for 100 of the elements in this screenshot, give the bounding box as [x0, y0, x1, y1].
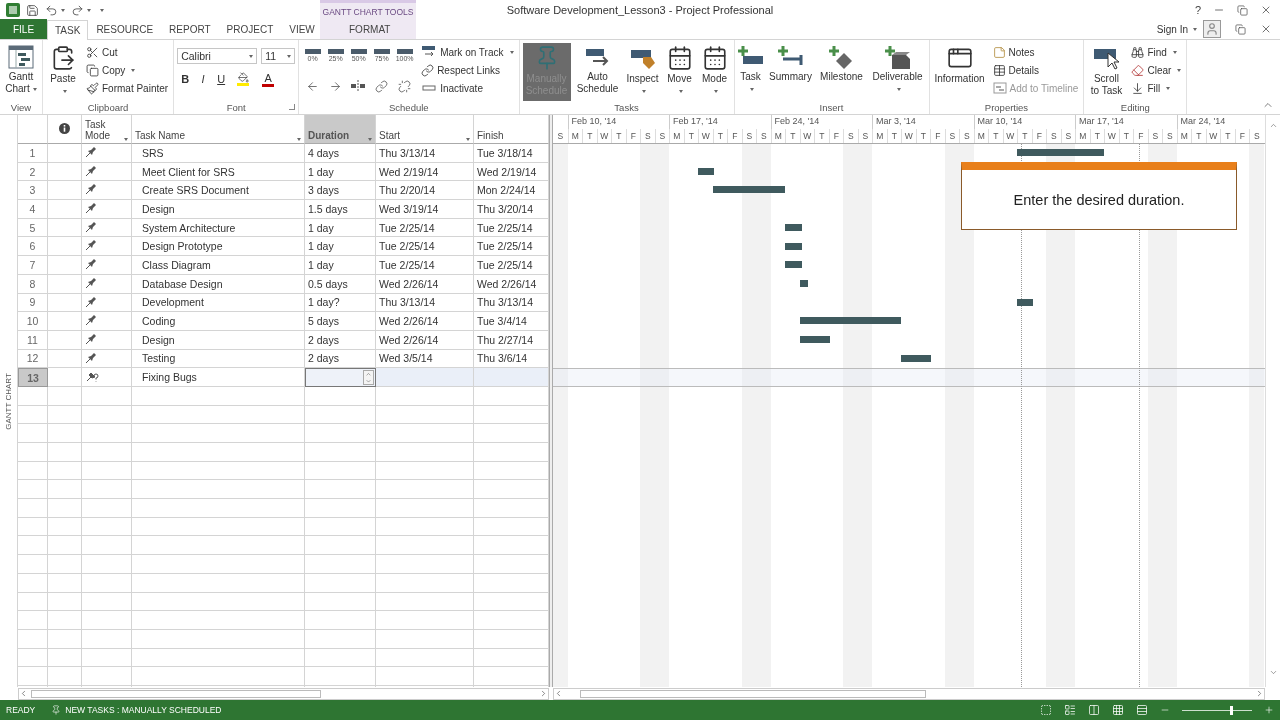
row-number[interactable]: 5 [18, 218, 48, 238]
insert-button[interactable]: Task [737, 43, 764, 101]
empty-cell [82, 648, 132, 668]
row-number[interactable]: 8 [18, 274, 48, 294]
table-cell: Database Design [132, 274, 305, 294]
text-style-button[interactable]: U [213, 70, 230, 88]
task-bar[interactable] [785, 242, 803, 250]
task-bar[interactable] [799, 317, 901, 325]
task-bar[interactable] [698, 167, 714, 175]
mark-on-track-button[interactable]: Mark on Track [419, 43, 516, 61]
schedule-mode-button[interactable]: Move [664, 43, 695, 101]
row-number[interactable]: 2 [18, 162, 48, 182]
column-header[interactable]: Start [376, 115, 474, 144]
row-number[interactable]: 9 [18, 293, 48, 313]
filter-caret-icon[interactable] [368, 138, 372, 141]
row-number[interactable]: 4 [18, 200, 48, 219]
task-bar[interactable] [1017, 298, 1033, 306]
task-bar[interactable] [799, 279, 809, 287]
notes-button[interactable]: Notes [990, 43, 1081, 61]
text-style-button[interactable]: B [177, 70, 194, 88]
respect-links-button[interactable]: Respect Links [419, 61, 516, 79]
close-button[interactable] [1260, 4, 1272, 16]
chevron-up-icon [1268, 121, 1278, 130]
group-label: Tasks [614, 102, 639, 113]
row-number[interactable]: 11 [18, 330, 48, 350]
ribbon-tab[interactable]: FORMAT [320, 19, 416, 39]
row-number[interactable]: 1 [18, 144, 48, 163]
column-header[interactable] [48, 115, 82, 144]
schedule-mode-button[interactable]: Auto Schedule [574, 43, 621, 101]
column-header[interactable]: Task Mode [82, 115, 132, 144]
insert-button[interactable]: Deliverable [869, 43, 926, 101]
unlink-icon [397, 79, 411, 93]
filter-caret-icon[interactable] [466, 138, 470, 141]
help-button[interactable]: ? [1194, 4, 1201, 16]
table-cell: 1 day? [305, 293, 376, 313]
restore-button[interactable] [1237, 4, 1248, 16]
task-bar[interactable] [785, 261, 803, 269]
clear-button[interactable]: Clear [1129, 61, 1184, 79]
task-bar[interactable] [901, 354, 932, 362]
row-number[interactable]: 3 [18, 181, 48, 201]
table-cell: Testing [132, 349, 305, 369]
close-icon [1260, 4, 1272, 16]
font-size-dropdown[interactable]: 11 [261, 48, 296, 64]
column-header[interactable]: Task Name [132, 115, 305, 144]
fill-button[interactable]: Fill [1129, 79, 1184, 97]
insert-button[interactable]: Summary [767, 43, 814, 101]
font-color-button[interactable]: A [257, 70, 280, 88]
scroll-to-task-button[interactable]: Scroll to Task [1087, 43, 1126, 101]
task-bar[interactable] [712, 186, 785, 194]
undo-icon [45, 3, 58, 17]
ribbon-tab[interactable]: FILE [0, 19, 47, 39]
find-button[interactable]: Find [1129, 43, 1184, 61]
list-icon [1064, 704, 1076, 716]
inactivate-button[interactable]: Inactivate [419, 79, 516, 97]
gantt-chart-button[interactable]: Gantt Chart [3, 43, 39, 101]
font-name-dropdown[interactable]: Calibri [177, 48, 258, 64]
format-painter-button[interactable]: Format Painter [84, 79, 171, 97]
status-ready: READY [6, 705, 36, 715]
filter-caret-icon[interactable] [124, 138, 128, 141]
task-bar[interactable] [799, 336, 830, 343]
row-number[interactable]: 10 [18, 312, 48, 331]
day-label: F [727, 129, 742, 143]
row-number[interactable]: 7 [18, 256, 48, 275]
close-button[interactable] [1260, 23, 1272, 35]
empty-cell [48, 443, 82, 462]
copy-button[interactable]: Copy [84, 61, 171, 79]
details-button[interactable]: Details [990, 61, 1081, 79]
zoom-thumb[interactable] [1230, 705, 1233, 715]
horizontal-scrollbar[interactable] [553, 687, 1265, 700]
horizontal-scrollbar[interactable] [18, 687, 549, 700]
empty-cell [82, 536, 132, 556]
text-style-button[interactable]: I [195, 70, 212, 88]
day-label: F [625, 129, 640, 143]
row-number[interactable]: 6 [18, 237, 48, 257]
empty-cell [305, 499, 376, 518]
schedule-mode-button[interactable]: Mode [698, 43, 731, 101]
table-cell: Create SRS Document [132, 181, 305, 201]
column-header[interactable]: Finish [474, 115, 549, 144]
column-header[interactable]: Duration [305, 115, 376, 144]
duration-input[interactable] [305, 368, 376, 387]
cut-button[interactable]: Cut [84, 43, 171, 61]
filter-caret-icon[interactable] [297, 138, 301, 141]
ribbon-tab[interactable]: TASK [47, 20, 89, 40]
schedule-mode-button[interactable]: Inspect [624, 43, 661, 101]
table-cell: Wed 2/26/14 [376, 312, 474, 331]
split-bar-icon [350, 79, 367, 93]
information-button[interactable]: Information [932, 43, 987, 101]
save-button[interactable] [26, 2, 39, 18]
table-cell: 1 day [305, 218, 376, 238]
restore-button[interactable] [1235, 23, 1246, 35]
contextual-tab-group: GANTT CHART TOOLS [320, 0, 416, 20]
rows-icon [1136, 704, 1148, 716]
link-icon [374, 79, 388, 93]
paste-button[interactable]: Paste [46, 43, 80, 101]
dialog-launcher-icon[interactable] [289, 104, 296, 110]
zoom-in-icon [1264, 705, 1274, 715]
sign-in-button[interactable]: Sign In [1156, 23, 1197, 35]
insert-button[interactable]: Milestone [817, 43, 866, 101]
new-tasks-mode-button[interactable]: NEW TASKS : MANUALLY SCHEDULED [51, 705, 222, 715]
task-bar[interactable] [785, 223, 803, 231]
